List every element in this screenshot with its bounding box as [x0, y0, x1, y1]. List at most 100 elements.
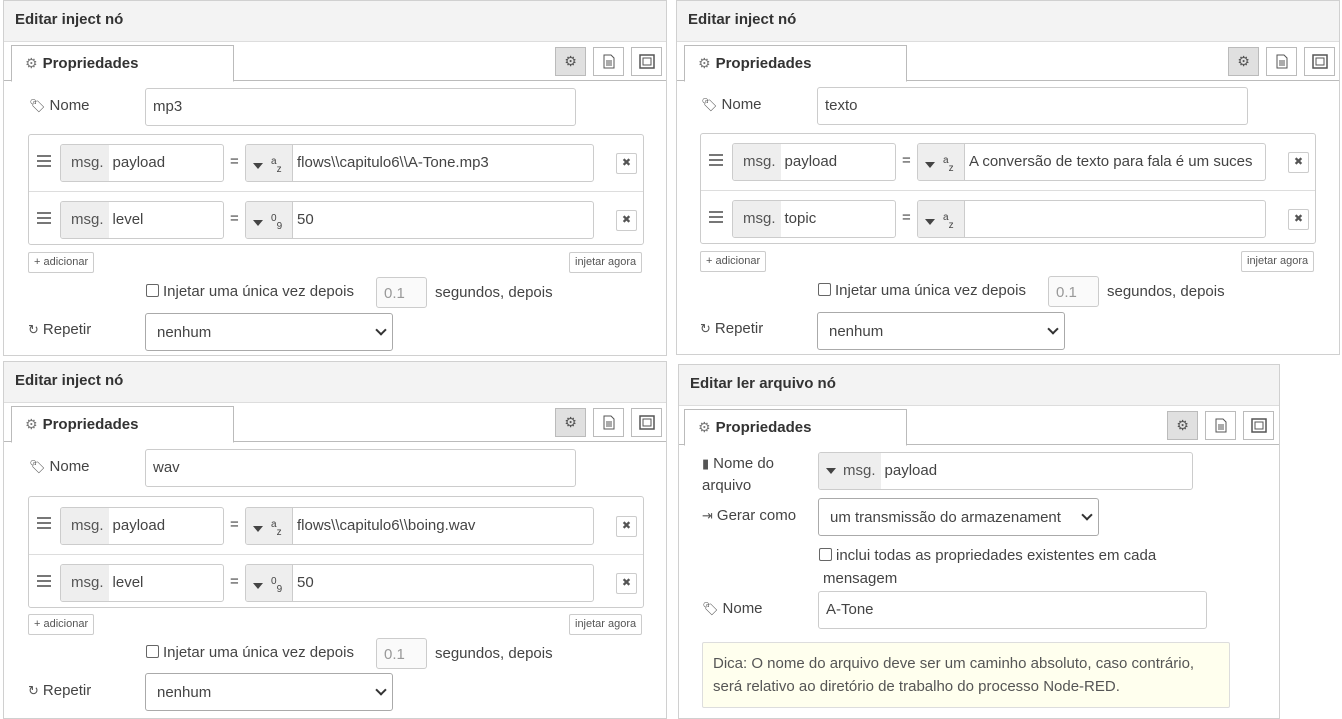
name-input[interactable]: wav [145, 449, 576, 487]
appearance-button[interactable] [1243, 411, 1274, 440]
property-input[interactable]: msg. payload [60, 144, 224, 182]
chevron-down-icon [375, 324, 387, 336]
property-input[interactable]: msg. payload [60, 507, 224, 545]
property-input[interactable]: msg. level [60, 564, 224, 602]
inject-once-checkbox[interactable]: Injetar uma única vez depois [146, 644, 354, 661]
remove-row-button[interactable]: ✖ [616, 153, 637, 174]
drag-handle-icon[interactable] [37, 155, 51, 170]
drag-handle-icon[interactable] [37, 575, 51, 590]
tag-icon: 🏷 [29, 98, 46, 113]
tab-properties[interactable]: ⚙ Propriedades [684, 409, 907, 446]
filename-input[interactable]: msg. payload [818, 452, 1193, 490]
number-type-icon[interactable]: 09 [246, 565, 293, 601]
inject-now-button[interactable]: injetar agora [569, 252, 643, 273]
equals-sign: = [230, 210, 239, 227]
inject-once-checkbox[interactable]: Injetar uma única vez depois [146, 283, 354, 300]
refresh-icon: ↻ [28, 322, 39, 337]
tab-properties[interactable]: ⚙ Propriedades [11, 406, 234, 443]
equals-sign: = [902, 152, 911, 169]
drag-handle-icon[interactable] [709, 154, 723, 169]
tag-icon: 🏷 [702, 601, 719, 616]
output-select[interactable]: um transmissão do armazenament [818, 498, 1099, 536]
name-input[interactable]: mp3 [145, 88, 576, 126]
tab-bar: ⚙ Propriedades ⚙ [679, 406, 1279, 446]
repeat-select[interactable]: nenhum [145, 313, 393, 351]
number-type-icon[interactable]: 09 [246, 202, 293, 238]
string-type-icon[interactable]: az [918, 144, 965, 180]
description-button[interactable] [593, 408, 624, 437]
document-icon [603, 54, 614, 69]
value-input[interactable]: az [917, 200, 1266, 238]
name-input[interactable]: texto [817, 87, 1248, 125]
description-button[interactable] [593, 47, 624, 76]
frame-icon [1311, 54, 1328, 69]
tab-properties[interactable]: ⚙ Propriedades [684, 45, 907, 82]
property-input[interactable]: msg. payload [732, 143, 896, 181]
seconds-label: segundos, depois [1107, 283, 1225, 300]
name-input[interactable]: A-Tone [818, 591, 1207, 629]
once-delay-input[interactable]: 0.1 [376, 277, 427, 308]
remove-row-button[interactable]: ✖ [616, 516, 637, 537]
drag-handle-icon[interactable] [37, 212, 51, 227]
output-label: ⇥ Gerar como [702, 507, 797, 524]
equals-sign: = [230, 573, 239, 590]
drag-handle-icon[interactable] [37, 517, 51, 532]
inject-now-button[interactable]: injetar agora [569, 614, 643, 635]
properties-gear-button[interactable]: ⚙ [555, 47, 586, 76]
string-type-icon[interactable]: az [918, 201, 965, 237]
property-input[interactable]: msg. level [60, 201, 224, 239]
value-input[interactable]: 09 50 [245, 564, 594, 602]
inject-editor-texto: Editar inject nó ⚙ Propriedades ⚙ 🏷 Nome t… [676, 0, 1340, 355]
once-delay-input[interactable]: 0.1 [1048, 276, 1099, 307]
add-button[interactable]: + adicionar [28, 252, 95, 273]
remove-row-button[interactable]: ✖ [616, 210, 637, 231]
tab-label: Propriedades [42, 55, 139, 72]
remove-row-button[interactable]: ✖ [1288, 152, 1309, 173]
property-input[interactable]: msg. topic [732, 200, 896, 238]
chevron-down-icon [1047, 323, 1059, 335]
appearance-button[interactable] [631, 408, 662, 437]
name-label: 🏷 Nome [29, 97, 90, 114]
drag-handle-icon[interactable] [709, 211, 723, 226]
include-properties-checkbox[interactable]: inclui todas as propriedades existentes … [819, 544, 1156, 590]
name-label: 🏷 Nome [702, 600, 763, 617]
properties-gear-button[interactable]: ⚙ [1228, 47, 1259, 76]
chevron-down-icon [1081, 509, 1093, 521]
value-input[interactable]: az flows\\capitulo6\\boing.wav [245, 507, 594, 545]
properties-gear-button[interactable]: ⚙ [555, 408, 586, 437]
tab-bar: ⚙ Propriedades ⚙ [4, 42, 666, 82]
sign-out-icon: ⇥ [702, 508, 713, 523]
refresh-icon: ↻ [700, 321, 711, 336]
close-icon: ✖ [1293, 156, 1304, 168]
once-delay-input[interactable]: 0.1 [376, 638, 427, 669]
remove-row-button[interactable]: ✖ [1288, 209, 1309, 230]
appearance-button[interactable] [1304, 47, 1335, 76]
value-input[interactable]: az flows\\capitulo6\\A-Tone.mp3 [245, 144, 594, 182]
appearance-button[interactable] [631, 47, 662, 76]
inject-now-button[interactable]: injetar agora [1241, 251, 1315, 272]
add-button[interactable]: + adicionar [700, 251, 767, 272]
repeat-select[interactable]: nenhum [145, 673, 393, 711]
value-input[interactable]: az A conversão de texto para fala é um su… [917, 143, 1266, 181]
remove-row-button[interactable]: ✖ [616, 573, 637, 594]
seconds-label: segundos, depois [435, 645, 553, 662]
chevron-down-icon [375, 684, 387, 696]
string-type-icon[interactable]: az [246, 508, 293, 544]
repeat-label: ↻ Repetir [700, 320, 764, 337]
tab-label: Propriedades [715, 55, 812, 72]
repeat-select[interactable]: nenhum [817, 312, 1065, 350]
string-type-icon[interactable]: az [246, 145, 293, 181]
description-button[interactable] [1205, 411, 1236, 440]
property-list: msg. payload = az A conversão de texto par… [700, 133, 1316, 244]
inject-once-checkbox[interactable]: Injetar uma única vez depois [818, 282, 1026, 299]
tag-icon: 🏷 [701, 97, 718, 112]
add-button[interactable]: + adicionar [28, 614, 95, 635]
tab-properties[interactable]: ⚙ Propriedades [11, 45, 234, 82]
description-button[interactable] [1266, 47, 1297, 76]
value-input[interactable]: 09 50 [245, 201, 594, 239]
property-list: msg. payload = az flows\\capitulo6\\boing.… [28, 496, 644, 608]
properties-gear-button[interactable]: ⚙ [1167, 411, 1198, 440]
seconds-label: segundos, depois [435, 284, 553, 301]
chevron-down-icon[interactable] [826, 468, 836, 475]
tip-box: Dica: O nome do arquivo deve ser um cami… [702, 642, 1230, 708]
